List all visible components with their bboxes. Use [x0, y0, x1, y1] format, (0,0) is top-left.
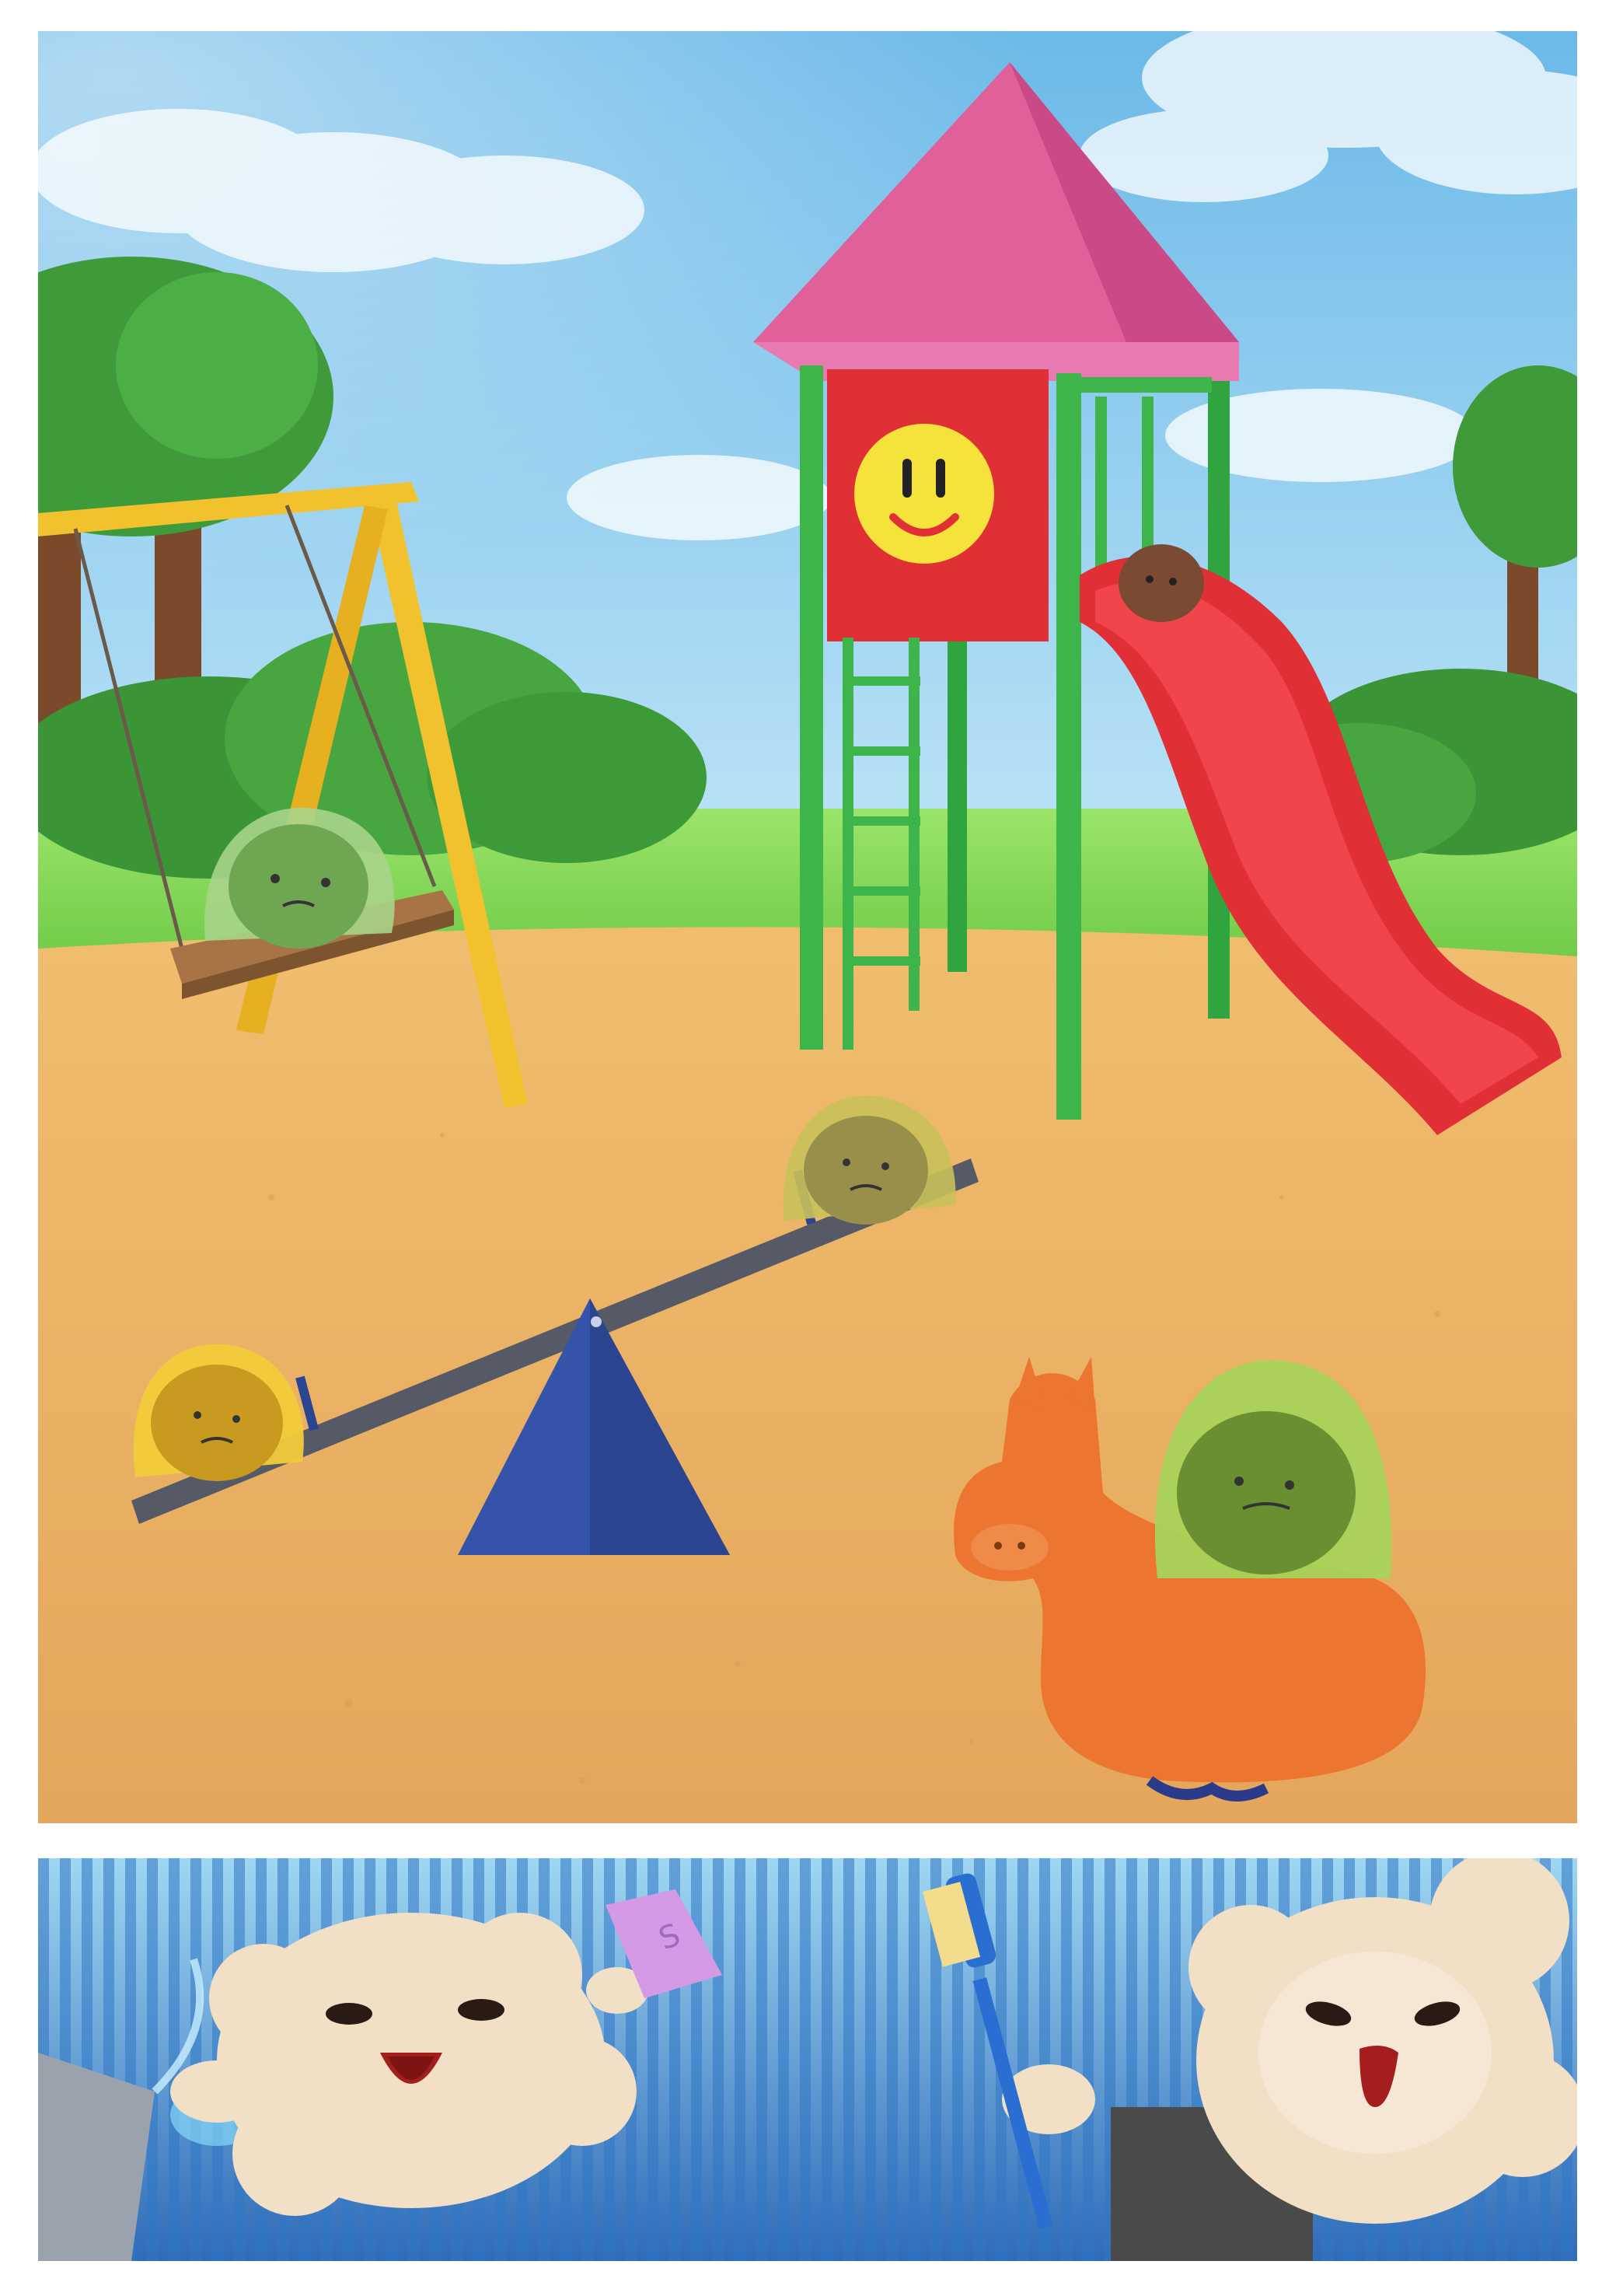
brown-blob-on-slide — [1119, 544, 1204, 622]
sheep-panel: S — [38, 1858, 1577, 2261]
playground-panel — [38, 31, 1577, 1823]
smiley-badge — [854, 424, 994, 564]
playground-illustration — [38, 31, 1577, 1823]
sheep-illustration: S — [38, 1858, 1577, 2261]
